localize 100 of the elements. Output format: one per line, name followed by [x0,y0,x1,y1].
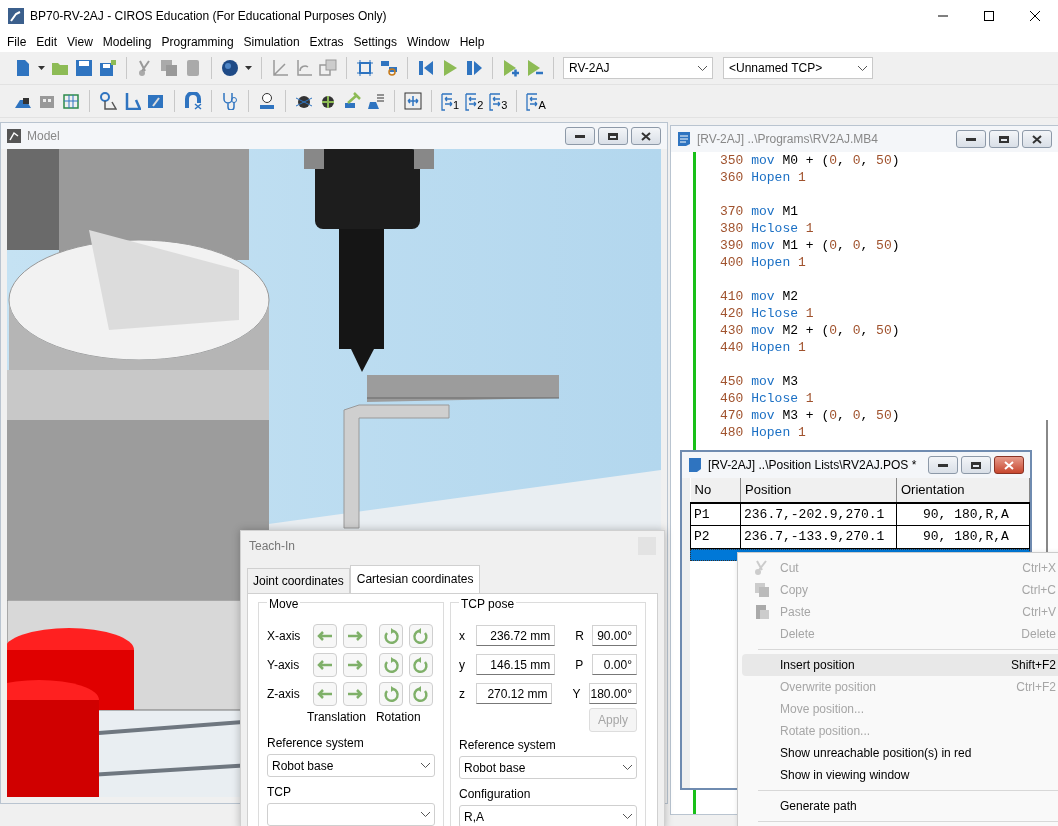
menu-item[interactable]: Modeling [97,33,157,51]
play-remove-icon[interactable] [526,59,544,77]
robot-search-icon[interactable] [99,92,117,110]
magnet-icon[interactable] [184,92,202,110]
menu-item[interactable]: Insert position Shift+F2 [742,654,1058,676]
axes-icon[interactable] [295,59,313,77]
robot-folder-icon[interactable] [147,92,165,110]
close-button[interactable] [994,456,1024,474]
caret-icon[interactable] [245,66,252,70]
copy-icon[interactable] [160,59,178,77]
robot-arm-icon[interactable] [123,92,141,110]
menu-item[interactable]: Simulation [238,33,305,51]
rotate-plus-button[interactable] [409,652,433,677]
document-icon [688,457,702,473]
align-step-button[interactable]: A [526,91,546,111]
maximize-button[interactable] [598,127,628,145]
axes-icon[interactable] [271,59,289,77]
value-field[interactable]: 146.15 mm [475,654,556,675]
column-header[interactable]: No [690,478,741,503]
close-button[interactable] [631,127,661,145]
value-field[interactable]: 236.72 mm [475,625,556,646]
table-cell: P2 [690,525,741,548]
robot-list-icon[interactable] [367,92,385,110]
value-field[interactable]: 0.00° [592,654,637,675]
close-button[interactable] [1022,130,1052,148]
windows-icon[interactable] [319,59,337,77]
tab[interactable]: Joint coordinates [247,568,350,593]
field-label: TCP [267,784,292,801]
rotate-plus-button[interactable] [409,623,433,648]
jog-minus-button[interactable] [313,652,337,677]
maximize-icon[interactable] [984,11,994,21]
menu-item[interactable]: Settings [348,33,402,51]
align-step-button[interactable]: 1 [441,91,460,111]
chevron-icon [623,814,632,819]
save-icon[interactable] [75,59,93,77]
tab[interactable]: Cartesian coordinates [349,565,481,593]
menu-item[interactable]: View [62,33,98,51]
stethoscope-icon[interactable] [221,92,239,110]
jog-minus-button[interactable] [313,623,337,648]
column-header[interactable]: Position [740,478,897,503]
skip-back-icon[interactable] [417,59,435,77]
menu-item[interactable]: File [2,33,32,51]
axis-label: X-axis [267,627,302,645]
minimize-button[interactable] [928,456,958,474]
value-field[interactable]: 270.12 mm [475,683,553,704]
code-line: 360 Hopen 1 [720,169,807,186]
align-step-button[interactable]: 3 [489,91,508,111]
axis-label: y [459,656,466,674]
robot-dropdown[interactable]: RV-2AJ [563,57,713,79]
jog-plus-button[interactable] [343,681,367,706]
network-search-icon[interactable] [380,59,398,77]
cube-network-icon[interactable] [356,59,374,77]
close-icon [1032,134,1042,144]
rotate-plus-button[interactable] [409,681,433,706]
counterclockwise-arrow-icon [382,655,400,674]
caret-icon[interactable] [38,66,45,70]
jog-plus-button[interactable] [343,652,367,677]
chevron-icon [421,763,430,768]
maximize-button[interactable] [989,130,1019,148]
menu-item[interactable]: Extras [304,33,349,51]
workcell-grid-icon[interactable] [62,92,80,110]
jog-minus-button[interactable] [313,681,337,706]
play-add-icon[interactable] [502,59,520,77]
reference-system-dropdown[interactable]: Robot base [267,754,435,777]
rotate-minus-button[interactable] [379,652,403,677]
code-line: 430 mov M2 + (0, 0, 50) [720,322,901,339]
minimize-button[interactable] [956,130,986,148]
configuration-dropdown[interactable]: R,A [459,805,637,826]
close-icon[interactable] [1030,11,1040,21]
sphere-icon[interactable] [221,59,239,77]
rotate-minus-button[interactable] [379,623,403,648]
menu-item[interactable]: Window [401,33,455,51]
menu-item[interactable]: Programming [156,33,239,51]
align-step-button[interactable]: 2 [465,91,484,111]
menu-item[interactable]: Edit [31,33,63,51]
value-field[interactable]: 90.00° [592,625,637,646]
new-file-icon[interactable] [14,59,32,77]
save-all-icon[interactable] [99,59,117,77]
tcp-dropdown[interactable]: <Unnamed TCP> [723,57,873,79]
menu-item[interactable]: Show unreachable position(s) in red [742,742,1058,764]
reference-system-dropdown[interactable]: Robot base [459,756,637,779]
minimize-button[interactable] [565,127,595,145]
maximize-button[interactable] [961,456,991,474]
column-header[interactable]: Orientation [896,478,1030,503]
jog-plus-button[interactable] [343,623,367,648]
menu-item[interactable]: Generate path [742,795,1058,817]
field-label: Reference system [267,735,365,752]
fit-view-icon[interactable] [404,92,422,110]
menu-item[interactable]: Show in viewing window [742,764,1058,786]
code-line: 350 mov M0 + (0, 0, 50) [720,152,901,169]
chevron-icon [421,812,430,817]
menu-item[interactable]: Help [454,33,490,51]
value-field[interactable]: 180.00° [589,683,637,704]
field-label: Configuration [459,786,532,803]
hammer-icon[interactable] [343,92,361,110]
code-line: 460 Hclose 1 [720,390,815,407]
rotate-minus-button[interactable] [379,681,403,706]
person-icon[interactable] [258,92,276,110]
code-line: 450 mov M3 [720,373,800,390]
step-icon[interactable] [465,59,483,77]
